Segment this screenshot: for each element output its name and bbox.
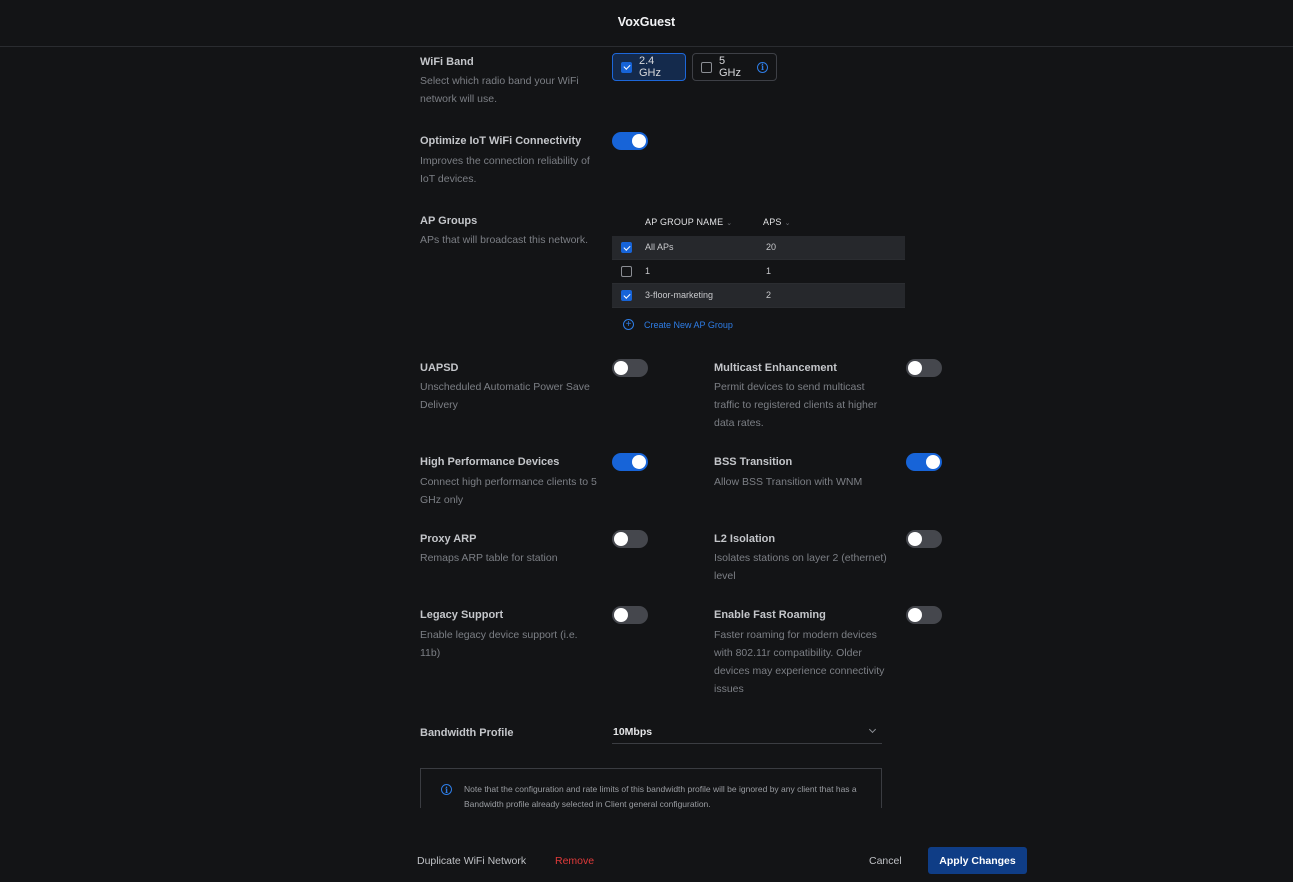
- bandwidth-profile-value: 10Mbps: [613, 726, 653, 738]
- create-ap-group-label: Create New AP Group: [644, 319, 733, 330]
- bandwidth-note: i Note that the configuration and rate l…: [420, 768, 882, 809]
- info-icon[interactable]: i: [757, 61, 768, 73]
- iot-toggle[interactable]: [612, 132, 648, 150]
- ap-group-name: 1: [645, 266, 651, 276]
- duplicate-network-button[interactable]: Duplicate WiFi Network: [417, 855, 526, 867]
- proxy-arp-label: Proxy ARP: [420, 533, 477, 545]
- table-row[interactable]: All APs 20: [612, 236, 905, 260]
- band-option-label: 5 GHz: [719, 55, 741, 79]
- bandwidth-profile-label: Bandwidth Profile: [420, 727, 514, 739]
- high-performance-desc: Connect high performance clients to 5 GH…: [420, 476, 597, 506]
- l2-isolation-label: L2 Isolation: [714, 533, 776, 545]
- uapsd-desc: Unscheduled Automatic Power Save Deliver…: [420, 381, 590, 411]
- ap-group-name: 3-floor-marketing: [645, 290, 714, 300]
- bss-transition-label: BSS Transition: [714, 456, 793, 468]
- row-checkbox[interactable]: [621, 290, 632, 301]
- cancel-button[interactable]: Cancel: [869, 855, 902, 867]
- band-option-2-4ghz[interactable]: 2.4 GHz: [612, 53, 686, 81]
- checkbox-icon: [621, 61, 632, 73]
- bss-transition-desc: Allow BSS Transition with WNM: [714, 476, 863, 488]
- fast-roaming-desc: Faster roaming for modern devices with 8…: [714, 629, 885, 695]
- wifi-band-desc: Select which radio band your WiFi networ…: [420, 75, 579, 105]
- checkbox-icon: [701, 61, 712, 73]
- chevron-down-icon: [868, 725, 877, 734]
- high-performance-label: High Performance Devices: [420, 456, 560, 468]
- bss-transition-toggle[interactable]: [906, 453, 942, 471]
- multicast-label: Multicast Enhancement: [714, 362, 837, 374]
- sort-icon: ⌄: [784, 220, 791, 227]
- band-option-label: 2.4 GHz: [639, 55, 661, 79]
- info-icon: i: [441, 784, 452, 795]
- band-option-5ghz[interactable]: 5 GHz i: [692, 53, 777, 81]
- ap-count: 2: [766, 290, 772, 300]
- ap-groups-desc: APs that will broadcast this network.: [420, 234, 589, 246]
- wifi-band-label: WiFi Band: [420, 56, 474, 68]
- page-title: VoxGuest: [617, 15, 676, 29]
- row-checkbox[interactable]: [621, 266, 632, 277]
- legacy-support-label: Legacy Support: [420, 609, 504, 621]
- table-row[interactable]: 3-floor-marketing 2: [612, 284, 905, 308]
- bandwidth-note-text: Note that the configuration and rate lim…: [464, 784, 857, 809]
- proxy-arp-toggle[interactable]: [612, 530, 648, 548]
- multicast-desc: Permit devices to send multicast traffic…: [714, 381, 878, 429]
- proxy-arp-desc: Remaps ARP table for station: [420, 552, 558, 564]
- high-performance-toggle[interactable]: [612, 453, 648, 471]
- l2-isolation-desc: Isolates stations on layer 2 (ethernet) …: [714, 552, 887, 582]
- legacy-support-desc: Enable legacy device support (i.e. 11b): [420, 629, 578, 659]
- remove-button[interactable]: Remove: [555, 855, 594, 867]
- ap-group-name: All APs: [645, 242, 674, 252]
- iot-desc: Improves the connection reliability of I…: [420, 155, 590, 185]
- sort-icon: ⌄: [726, 220, 733, 227]
- legacy-support-toggle[interactable]: [612, 606, 648, 624]
- uapsd-label: UAPSD: [420, 362, 459, 374]
- ap-count: 1: [766, 266, 772, 276]
- bandwidth-profile-select[interactable]: 10Mbps: [612, 722, 882, 744]
- uapsd-toggle[interactable]: [612, 359, 648, 377]
- ap-groups-label: AP Groups: [420, 215, 478, 227]
- column-header-aps[interactable]: APS ⌄: [763, 217, 791, 227]
- header-bar: VoxGuest: [0, 0, 1293, 47]
- multicast-toggle[interactable]: [906, 359, 942, 377]
- create-ap-group-link[interactable]: + Create New AP Group: [623, 319, 733, 330]
- column-header-ap-group-name[interactable]: AP GROUP NAME ⌄: [645, 217, 732, 227]
- apply-changes-button[interactable]: Apply Changes: [928, 847, 1027, 874]
- table-row[interactable]: 1 1: [612, 260, 905, 284]
- fast-roaming-label: Enable Fast Roaming: [714, 609, 826, 621]
- row-checkbox[interactable]: [621, 242, 632, 253]
- ap-count: 20: [766, 242, 777, 252]
- plus-icon: +: [623, 319, 634, 330]
- fast-roaming-toggle[interactable]: [906, 606, 942, 624]
- iot-label: Optimize IoT WiFi Connectivity: [420, 135, 582, 147]
- l2-isolation-toggle[interactable]: [906, 530, 942, 548]
